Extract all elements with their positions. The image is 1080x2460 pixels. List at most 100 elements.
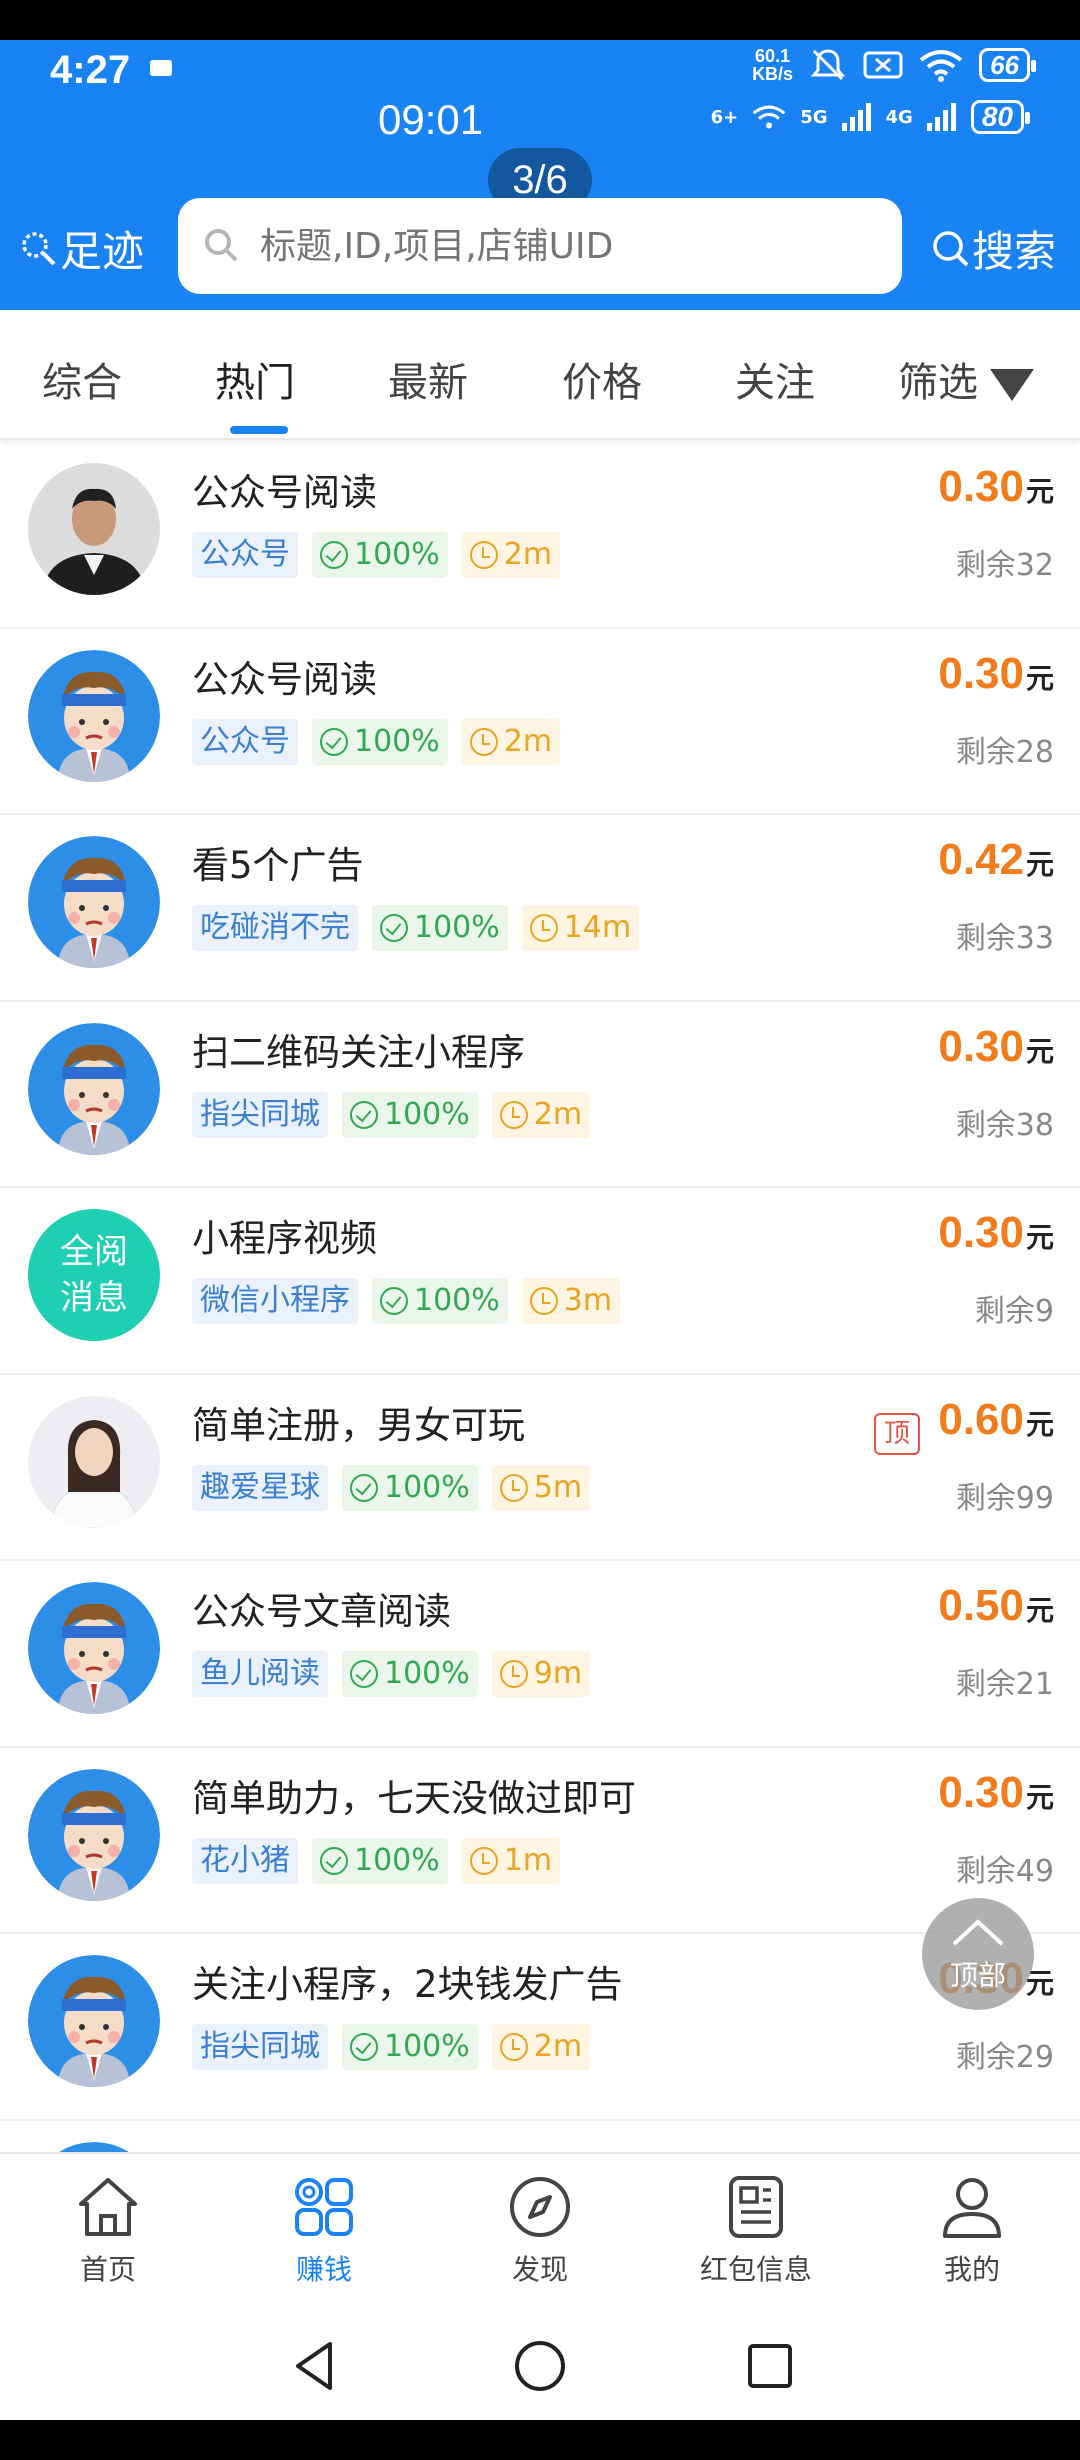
pass-rate-value: 100%: [354, 537, 440, 572]
publisher-avatar[interactable]: [28, 1582, 160, 1714]
filter-dropdown-icon: [990, 369, 1034, 401]
price-value: 0.30: [938, 1021, 1024, 1071]
publisher-avatar[interactable]: [28, 1955, 160, 2087]
battery-indicator: 66: [979, 48, 1036, 82]
tab-latest[interactable]: 最新: [388, 350, 468, 408]
user-icon: [943, 2178, 1001, 2238]
task-title: 公众号阅读: [192, 471, 377, 514]
search-button-icon: [933, 230, 969, 266]
publisher-avatar[interactable]: [28, 1395, 160, 1528]
task-row[interactable]: 简单注册，男女可玩趣爱星球 100% 5m 顶 0.60元剩余99: [0, 1375, 1080, 1561]
publisher-avatar[interactable]: [28, 836, 160, 968]
pass-rate-tag: 100%: [312, 718, 448, 765]
nav-redpacket-news[interactable]: 红包信息: [648, 2154, 864, 2312]
publisher-avatar[interactable]: [28, 1768, 160, 1901]
publisher-avatar[interactable]: [28, 463, 160, 595]
check-circle-icon: [380, 914, 408, 942]
system-navigation-bar: [0, 2312, 1080, 2420]
task-price: 0.30元: [938, 649, 1054, 699]
search-button-label: 搜索: [972, 227, 1057, 276]
tab-hot[interactable]: 热门: [215, 350, 295, 408]
publisher-avatar[interactable]: 全阅 消息: [28, 1209, 160, 1341]
remaining-count: 剩余38: [955, 1107, 1054, 1143]
pinned-badge: 顶: [873, 1412, 920, 1455]
nav-redpacket-label: 红包信息: [699, 2253, 812, 2286]
tab-comprehensive[interactable]: 综合: [42, 350, 122, 408]
check-circle-icon: [320, 541, 348, 569]
duration-tag: 3m: [521, 1278, 621, 1324]
task-row[interactable]: 公众号文章阅读 鱼儿阅读 100% 9m 0.50元 剩余21: [0, 1561, 1080, 1748]
clock-icon: [499, 1660, 528, 1688]
nav-discover[interactable]: 发现: [432, 2154, 648, 2312]
price-unit: 元: [1025, 662, 1054, 694]
footprint-button[interactable]: 足迹: [18, 218, 144, 279]
task-row[interactable]: 关注小程序，2块钱发广告指尖同城100%2m0.30元剩余29: [0, 1934, 1080, 2121]
task-row[interactable]: 简单助力，七天没做过即可 花小猪 100% 1m 0.30元 剩余49: [0, 1748, 1080, 1934]
pass-rate-value: 100%: [384, 1656, 470, 1691]
task-price: 0.30元: [938, 1022, 1054, 1072]
task-tags: 趣爱星球 100% 5m: [192, 1464, 591, 1511]
remaining-count: 剩余99: [955, 1480, 1054, 1516]
recents-icon[interactable]: [744, 2338, 796, 2394]
duration-value: 2m: [533, 1096, 583, 1132]
tab-filter[interactable]: 筛选: [898, 350, 1034, 408]
tab-follow[interactable]: 关注: [735, 350, 815, 408]
pass-rate-tag: 100%: [342, 1091, 478, 1138]
cartoon-avatar-image: [28, 1022, 160, 1155]
task-title: 看5个广告: [192, 844, 364, 887]
duration-tag: 5m: [491, 1464, 591, 1511]
nav-earn-label: 赚钱: [295, 2253, 352, 2286]
signal-5g-icon: [841, 103, 871, 131]
pass-rate-tag: 100%: [372, 905, 508, 951]
clock-icon: [499, 1473, 528, 1502]
status-time: 4:27: [50, 48, 131, 92]
wifi-icon: [919, 50, 963, 82]
clock-icon: [469, 727, 498, 756]
back-to-top-button[interactable]: 顶部: [922, 1898, 1034, 2010]
search-button[interactable]: 搜索: [930, 218, 1056, 279]
task-tags: 花小猪 100% 1m: [192, 1837, 561, 1884]
task-row[interactable]: 看5个广告 吃碰消不完 100% 14m 0.42元 剩余33: [0, 815, 1080, 1002]
remaining-count: 剩余28: [955, 734, 1054, 770]
duration-tag: 9m: [491, 1651, 591, 1697]
task-price: 0.50元: [938, 1581, 1054, 1631]
task-row[interactable]: 公众号阅读 公众号 100% 2m 0.30元 剩余32: [0, 442, 1080, 629]
clock-icon: [529, 914, 558, 942]
wifi-icon-2: [752, 105, 786, 129]
remaining-count: 剩余32: [955, 548, 1054, 583]
category-tag: 指尖同城: [192, 2024, 328, 2070]
pass-rate-value: 100%: [384, 1096, 470, 1132]
price-value: 0.60: [938, 1394, 1024, 1444]
search-input[interactable]: [260, 225, 860, 267]
duration-value: 2m: [503, 723, 553, 759]
nav-earn[interactable]: 赚钱: [216, 2154, 432, 2312]
status-icons-secondary: 6+ 5G 4G 80: [711, 100, 1031, 134]
home-circle-icon[interactable]: [512, 2338, 568, 2394]
search-box[interactable]: [178, 198, 902, 294]
task-row[interactable]: 扫二维码关注小程序 指尖同城 100% 2m 0.30元 剩余38: [0, 1002, 1080, 1188]
tab-price[interactable]: 价格: [562, 350, 642, 408]
price-value: 0.42: [938, 835, 1024, 884]
pass-rate-tag: 100%: [342, 2024, 478, 2070]
task-row[interactable]: 公众号阅读 公众号 100% 2m 0.30元 剩余28: [0, 629, 1080, 815]
bottom-nav: 首页 赚钱 发现 红包信息 我的: [0, 2152, 1080, 2312]
category-tag: 公众号: [192, 718, 298, 765]
nav-home[interactable]: 首页: [0, 2154, 216, 2312]
task-title: 简单注册，男女可玩: [192, 1403, 525, 1447]
check-circle-icon: [350, 1473, 378, 1502]
task-tags: 指尖同城 100% 2m: [192, 1091, 591, 1138]
publisher-avatar[interactable]: [28, 649, 160, 782]
nav-mine[interactable]: 我的: [864, 2154, 1080, 2312]
sig-4g-label: 4G: [885, 106, 913, 128]
publisher-avatar[interactable]: [28, 1022, 160, 1155]
task-title: 小程序视频: [192, 1217, 377, 1260]
back-icon[interactable]: [290, 2338, 340, 2394]
pass-rate-tag: 100%: [342, 1651, 478, 1697]
task-row[interactable]: 全阅 消息 小程序视频 微信小程序 100% 3m 0.30元 剩余9: [0, 1188, 1080, 1375]
pass-rate-tag: 100%: [312, 1837, 448, 1884]
clock-icon: [469, 1846, 498, 1875]
task-price: 0.60元: [938, 1395, 1054, 1445]
remaining-count: 剩余29: [955, 2040, 1054, 2075]
duration-value: 2m: [503, 537, 553, 572]
price-value: 0.30: [938, 648, 1024, 698]
